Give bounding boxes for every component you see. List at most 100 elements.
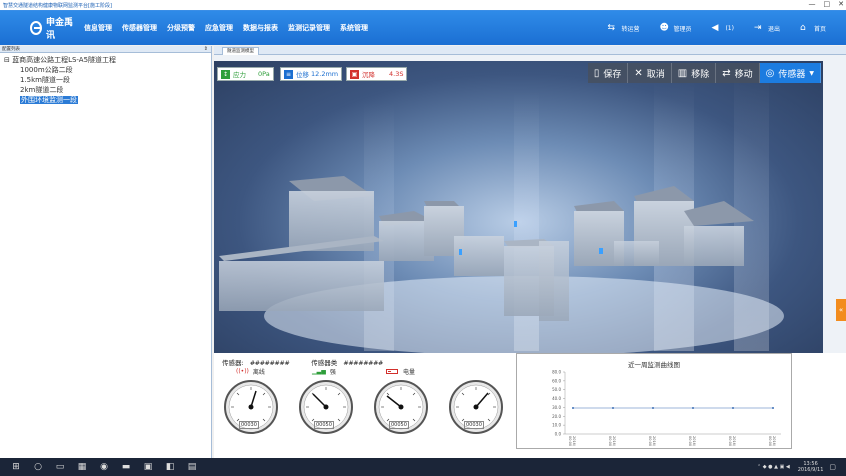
speaker-icon: ◀ bbox=[711, 23, 719, 33]
tree-item[interactable]: 1000m公路二段 bbox=[4, 65, 207, 75]
logo-icon bbox=[30, 21, 43, 35]
tree-root[interactable]: ⊟ 蓝商高速公路工程LS-A5隧道工程 bbox=[4, 55, 207, 65]
save-icon: ▯ bbox=[593, 67, 600, 79]
main-area: 隧道监测模型 ↕ 应力 0Pa ≡ 位移 12.2mm ▣ 沉降 4.3S ▯ … bbox=[214, 46, 846, 458]
x-tick-label-group: 2016/9/600:00:00 bbox=[608, 436, 616, 446]
browser-icon[interactable]: ◉ bbox=[98, 462, 110, 472]
model-toolbar: ▯ 保存 ✕ 取消 ▥ 移除 ⇄ 移动 ◎ 传感器 ▼ bbox=[587, 63, 821, 83]
config-panel: 配置列表 ⇕ ⊟ 蓝商高速公路工程LS-A5隧道工程 1000m公路二段 1.5… bbox=[0, 46, 212, 458]
stress-sensor-box[interactable]: ↕ 应力 0Pa bbox=[217, 67, 274, 81]
gauge-readout: 00030 bbox=[239, 421, 259, 429]
gauge-2: 00050 bbox=[298, 379, 354, 435]
logo-text: 申金禹讯 bbox=[46, 18, 74, 41]
battery-indicator: 电量 bbox=[386, 367, 415, 376]
offline-indicator: ((•)) 离线 bbox=[236, 368, 265, 376]
x-tick-time-label: 00:00:00 bbox=[648, 436, 652, 446]
trash-icon: ▥ bbox=[677, 67, 688, 79]
battery-icon bbox=[386, 369, 398, 374]
maximize-button[interactable]: □ bbox=[824, 0, 831, 8]
remove-button[interactable]: ▥ 移除 bbox=[672, 63, 717, 83]
displacement-sensor-box[interactable]: ≡ 位移 12.2mm bbox=[280, 67, 343, 81]
menu-item-warning[interactable]: 分级预警 bbox=[167, 23, 195, 33]
app-icon[interactable]: ▦ bbox=[76, 462, 88, 472]
app-icon[interactable]: ◧ bbox=[164, 462, 176, 472]
move-button[interactable]: ⇄ 移动 bbox=[716, 63, 760, 83]
data-point bbox=[572, 407, 574, 409]
x-tick-time-label: 00:00:00 bbox=[568, 436, 572, 446]
app-icon[interactable]: ▤ bbox=[186, 462, 198, 472]
menu-item-reports[interactable]: 数据与报表 bbox=[243, 23, 278, 33]
minimize-button[interactable]: — bbox=[809, 0, 816, 8]
menu-item-emergency[interactable]: 应急管理 bbox=[205, 23, 233, 33]
wifi-off-icon: ((•)) bbox=[236, 368, 249, 375]
sensor-dropdown-button[interactable]: ◎ 传感器 ▼ bbox=[759, 63, 821, 83]
tray-icons[interactable]: ⌃ ◆ ● ▲ ▣ ◀ bbox=[757, 464, 790, 470]
switch-operation-button[interactable]: ⇆ 转运营 bbox=[607, 24, 639, 33]
save-button[interactable]: ▯ 保存 bbox=[588, 63, 629, 83]
x-tick-label-group: 2016/9/700:00:00 bbox=[648, 436, 656, 446]
gauge-readout: 00050 bbox=[389, 421, 409, 429]
system-tray: ⌃ ◆ ● ▲ ▣ ◀ 13:56 2016/9/11 ▢ bbox=[757, 458, 836, 476]
tab-tunnel-model[interactable]: 隧道监测模型 bbox=[222, 47, 259, 55]
notification-icon[interactable]: ▢ bbox=[829, 463, 836, 471]
x-tick-label-group: 2016/9/800:00:00 bbox=[688, 436, 696, 446]
menu-item-system[interactable]: 系统管理 bbox=[340, 23, 368, 33]
clock[interactable]: 13:56 2016/9/11 bbox=[798, 461, 824, 473]
panel-title: 配置列表 bbox=[2, 47, 20, 52]
y-tick-label: 40.0 bbox=[552, 396, 561, 401]
tunnel-3d-viewport[interactable]: ↕ 应力 0Pa ≡ 位移 12.2mm ▣ 沉降 4.3S ▯ 保存 ✕ 取消 ▥… bbox=[214, 61, 823, 353]
window-titlebar: 智慧交通隧道结构健康物联网监测平台[施工阶段] — □ ✕ bbox=[0, 0, 846, 11]
data-point bbox=[652, 407, 654, 409]
tree-item-selected[interactable]: 外围环境监测一段 bbox=[4, 95, 207, 105]
close-window-button[interactable]: ✕ bbox=[838, 0, 844, 8]
expand-panel-button[interactable]: « bbox=[836, 299, 846, 321]
y-tick-label: 30.0 bbox=[552, 405, 561, 410]
logout-icon: ⇥ bbox=[753, 23, 762, 33]
window-title: 智慧交通隧道结构健康物联网监测平台[施工阶段] bbox=[3, 2, 112, 9]
admin-button[interactable]: ☻ 管理员 bbox=[659, 24, 691, 33]
tree-item[interactable]: 2km隧道二段 bbox=[4, 85, 207, 95]
x-tick-time-label: 00:00:00 bbox=[728, 436, 732, 446]
y-tick-label: 60.0 bbox=[552, 378, 561, 383]
gauge-4: 00030 bbox=[448, 379, 504, 435]
tree-item[interactable]: 1.5km隧道一段 bbox=[4, 75, 207, 85]
notification-button[interactable]: ◀ (1) bbox=[711, 23, 734, 33]
x-tick-label-group: 2016/9/1000:00:00 bbox=[768, 436, 776, 446]
x-tick-time-label: 00:00:00 bbox=[688, 436, 692, 446]
logout-button[interactable]: ⇥ 退出 bbox=[754, 24, 780, 33]
sensor-field: 传感器: ######## bbox=[222, 359, 290, 367]
app-icon[interactable]: ▣ bbox=[142, 462, 154, 472]
settlement-icon: ▣ bbox=[350, 69, 359, 79]
sensor-detail-panel: 传感器: ######## 传感器类 ######## ((•)) 离线 ▁▃▅ 强… bbox=[214, 353, 846, 458]
logo: 申金禹讯 bbox=[30, 15, 75, 41]
y-tick-label: 80.0 bbox=[552, 370, 561, 375]
x-tick-time-label: 00:00:00 bbox=[608, 436, 612, 446]
pin-icon[interactable]: ⇕ bbox=[204, 46, 208, 53]
menu-item-sensor[interactable]: 传感器管理 bbox=[122, 23, 157, 33]
top-navigation: 申金禹讯 信息管理 传感器管理 分级预警 应急管理 数据与报表 监测记录管理 系… bbox=[0, 11, 846, 45]
project-tree: ⊟ 蓝商高速公路工程LS-A5隧道工程 1000m公路二段 1.5km隧道一段 … bbox=[0, 53, 211, 107]
search-icon[interactable]: ○ bbox=[32, 462, 44, 472]
main-menu: 信息管理 传感器管理 分级预警 应急管理 数据与报表 监测记录管理 系统管理 bbox=[79, 23, 373, 33]
data-point bbox=[772, 407, 774, 409]
folder-icon[interactable]: ▬ bbox=[120, 462, 132, 472]
user-icon: ☻ bbox=[659, 23, 669, 33]
sensor-icon: ◎ bbox=[765, 67, 775, 79]
windows-start-icon[interactable]: ⊞ bbox=[10, 462, 22, 472]
menu-item-info[interactable]: 信息管理 bbox=[84, 23, 112, 33]
y-tick-label: 20.0 bbox=[552, 414, 561, 419]
chevron-down-icon: ▼ bbox=[809, 69, 814, 77]
move-icon: ⇄ bbox=[722, 67, 731, 79]
data-point bbox=[612, 407, 614, 409]
gauge-1: 00030 bbox=[223, 379, 279, 435]
x-tick-label-group: 2016/9/500:00:00 bbox=[568, 436, 576, 446]
data-point bbox=[692, 407, 694, 409]
gauge-readout: 00030 bbox=[464, 421, 484, 429]
swap-icon: ⇆ bbox=[607, 23, 615, 33]
settlement-sensor-box[interactable]: ▣ 沉降 4.3S bbox=[346, 67, 408, 81]
task-view-icon[interactable]: ▭ bbox=[54, 462, 66, 472]
cancel-button[interactable]: ✕ 取消 bbox=[628, 63, 672, 83]
home-icon: ⌂ bbox=[799, 23, 806, 33]
menu-item-records[interactable]: 监测记录管理 bbox=[288, 23, 330, 33]
home-button[interactable]: ⌂ 首页 bbox=[800, 24, 826, 33]
